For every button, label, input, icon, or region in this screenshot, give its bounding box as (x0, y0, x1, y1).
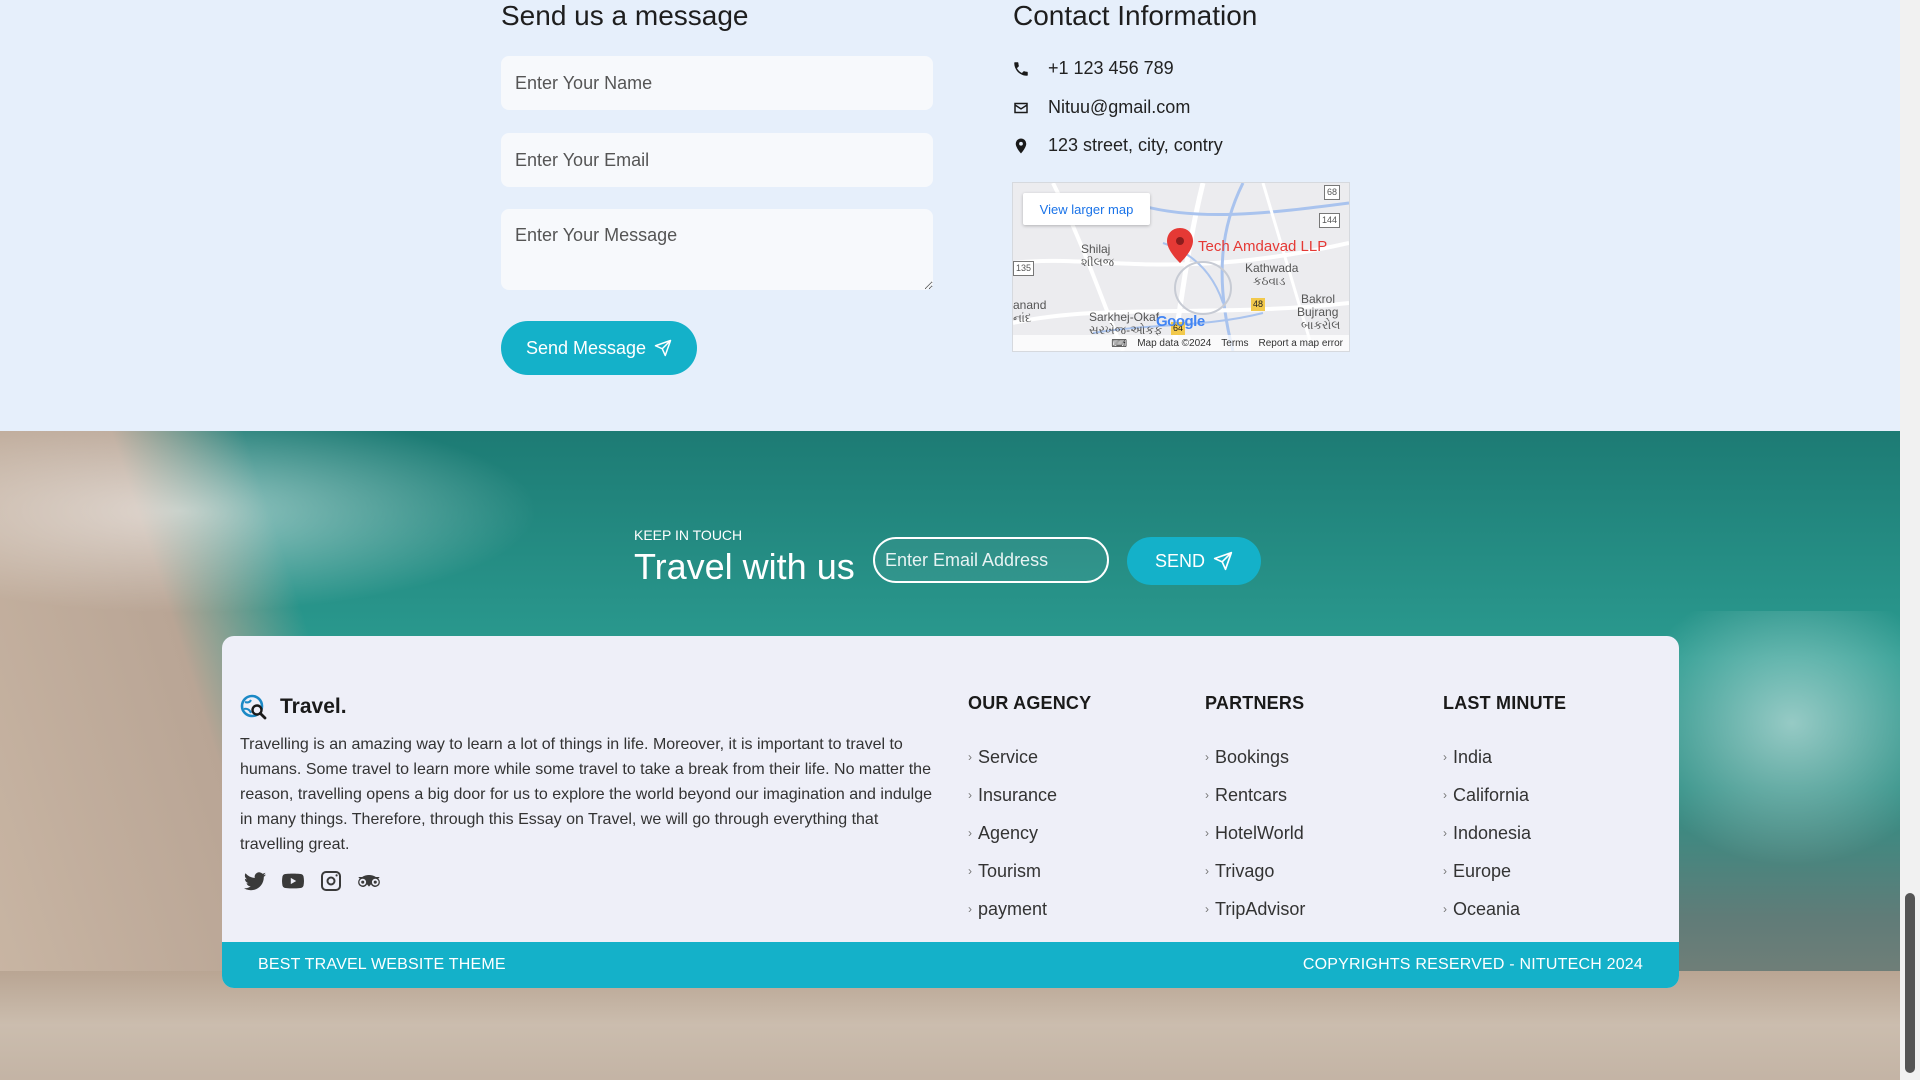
contact-form-heading: Send us a message (501, 0, 749, 31)
footer-link-indonesia[interactable]: › Indonesia (1443, 814, 1566, 852)
contact-section: Send us a message Send Message Contact I… (0, 0, 1900, 431)
footer-about-text: Travelling is an amazing way to learn a … (240, 736, 932, 853)
footer-copyright: COPYRIGHTS RESERVED - NITUTECH 2024 (1302, 956, 1643, 973)
contact-info-heading: Contact Information (1013, 0, 1258, 31)
footer-link-insurance[interactable]: › Insurance (968, 776, 1091, 814)
map-business-label: Tech Amdavad LLP (1198, 238, 1328, 255)
footer-link-payment[interactable]: › payment (968, 890, 1091, 928)
column-heading: PARTNERS (1205, 693, 1305, 713)
email-input[interactable] (501, 133, 933, 187)
footer-link-tourism[interactable]: › Tourism (968, 852, 1091, 890)
contact-email: Nituu@gmail.com (1012, 97, 1190, 118)
instagram-icon[interactable] (318, 868, 344, 894)
map-label-bakrol-gu: બાકરોલ (1301, 318, 1341, 332)
footer-brand[interactable]: Travel. (240, 693, 347, 721)
footer-link-hotelworld[interactable]: › HotelWorld (1205, 814, 1305, 852)
send-message-label: Send Message (525, 337, 647, 358)
map-pin-icon (1015, 138, 1027, 153)
email-text: Nituu@gmail.com (1048, 97, 1191, 117)
message-textarea[interactable] (501, 209, 933, 290)
phone-text: +1 123 456 789 (1048, 58, 1174, 78)
column-heading: LAST MINUTE (1443, 693, 1567, 713)
newsletter-kicker: KEEP IN TOUCH (634, 527, 743, 543)
google-logo: Google (1156, 313, 1205, 330)
page: Send us a message Send Message Contact I… (0, 0, 1920, 1080)
footer-link-rentcars[interactable]: › Rentcars (1205, 776, 1305, 814)
footer-link-oceania[interactable]: › Oceania (1443, 890, 1566, 928)
footer-link-trivago[interactable]: › Trivago (1205, 852, 1305, 890)
newsletter-send-button[interactable]: SEND (1127, 537, 1261, 585)
brand-name: Travel. (280, 695, 347, 718)
footer-link-tripadvisor[interactable]: › TripAdvisor (1205, 890, 1305, 928)
footer-link-agency[interactable]: › Agency (968, 814, 1091, 852)
newsletter-send-label: SEND (1154, 550, 1205, 571)
map-footer: ⌨ Map data ©2024 Terms Report a map erro… (1013, 335, 1349, 351)
newsletter-title: Travel with us (634, 546, 855, 587)
address-text: 123 street, city, contry (1048, 135, 1223, 155)
footer-link-service[interactable]: › Service (968, 738, 1091, 776)
map-label-shilaj-gu: શીલજ (1081, 255, 1115, 269)
scrollbar-thumb[interactable] (1905, 893, 1915, 1073)
road-badge-68: 68 (1324, 185, 1341, 200)
footer-bottom-bar: BEST TRAVEL WEBSITE THEME COPYRIGHTS RES… (222, 942, 1679, 988)
footer-card: Travel. Travelling is an amazing way to … (222, 636, 1679, 988)
phone-icon (1014, 61, 1028, 76)
page-scrollbar[interactable] (1900, 0, 1920, 1080)
map-terms-link[interactable]: Terms (1221, 338, 1248, 349)
map-data-text: Map data ©2024 (1137, 337, 1212, 349)
keyboard-icon[interactable]: ⌨ (1111, 337, 1127, 350)
tripadvisor-icon[interactable] (356, 868, 382, 894)
footer-column-partners: PARTNERS › Bookings › Rentcars › HotelWorld… (1205, 693, 1305, 928)
road-badge-135: 135 (1013, 261, 1035, 276)
globe-search-icon (240, 694, 267, 720)
road-badge-48: 48 (1251, 298, 1266, 311)
footer-tagline: BEST TRAVEL WEBSITE THEME (258, 956, 506, 973)
footer-link-india[interactable]: › India (1443, 738, 1566, 776)
paper-plane-icon (1213, 551, 1233, 571)
youtube-icon[interactable] (280, 868, 306, 894)
map-label-kathwada-gu: કઠવાડ (1253, 274, 1286, 288)
paper-plane-icon (654, 339, 672, 357)
road-badge-144: 144 (1319, 213, 1341, 228)
footer-column-agency: OUR AGENCY › Service › Insurance › Agency ›… (968, 693, 1091, 928)
send-message-button[interactable]: Send Message (501, 321, 697, 375)
column-heading: OUR AGENCY (968, 693, 1092, 713)
wave-foam-left (0, 431, 600, 631)
newsletter-email-input[interactable] (873, 537, 1109, 583)
footer-link-bookings[interactable]: › Bookings (1205, 738, 1305, 776)
mail-icon (1014, 102, 1028, 113)
view-larger-map-button[interactable]: View larger map (1023, 193, 1150, 225)
map-label-anand-gu: નાંદ (1013, 311, 1032, 325)
contact-phone: +1 123 456 789 (1012, 58, 1174, 79)
twitter-icon[interactable] (242, 868, 268, 894)
report-map-error-link[interactable]: Report a map error (1259, 338, 1343, 349)
embedded-map[interactable]: View larger map Tech Amdavad LLP Shilaj … (1012, 182, 1350, 352)
contact-address: 123 street, city, contry (1012, 135, 1223, 156)
footer-link-europe[interactable]: › Europe (1443, 852, 1566, 890)
name-input[interactable] (501, 56, 933, 110)
social-links (242, 868, 382, 894)
footer-column-last-minute: LAST MINUTE › India › California › Indonesi… (1443, 693, 1566, 928)
footer-link-california[interactable]: › California (1443, 776, 1566, 814)
